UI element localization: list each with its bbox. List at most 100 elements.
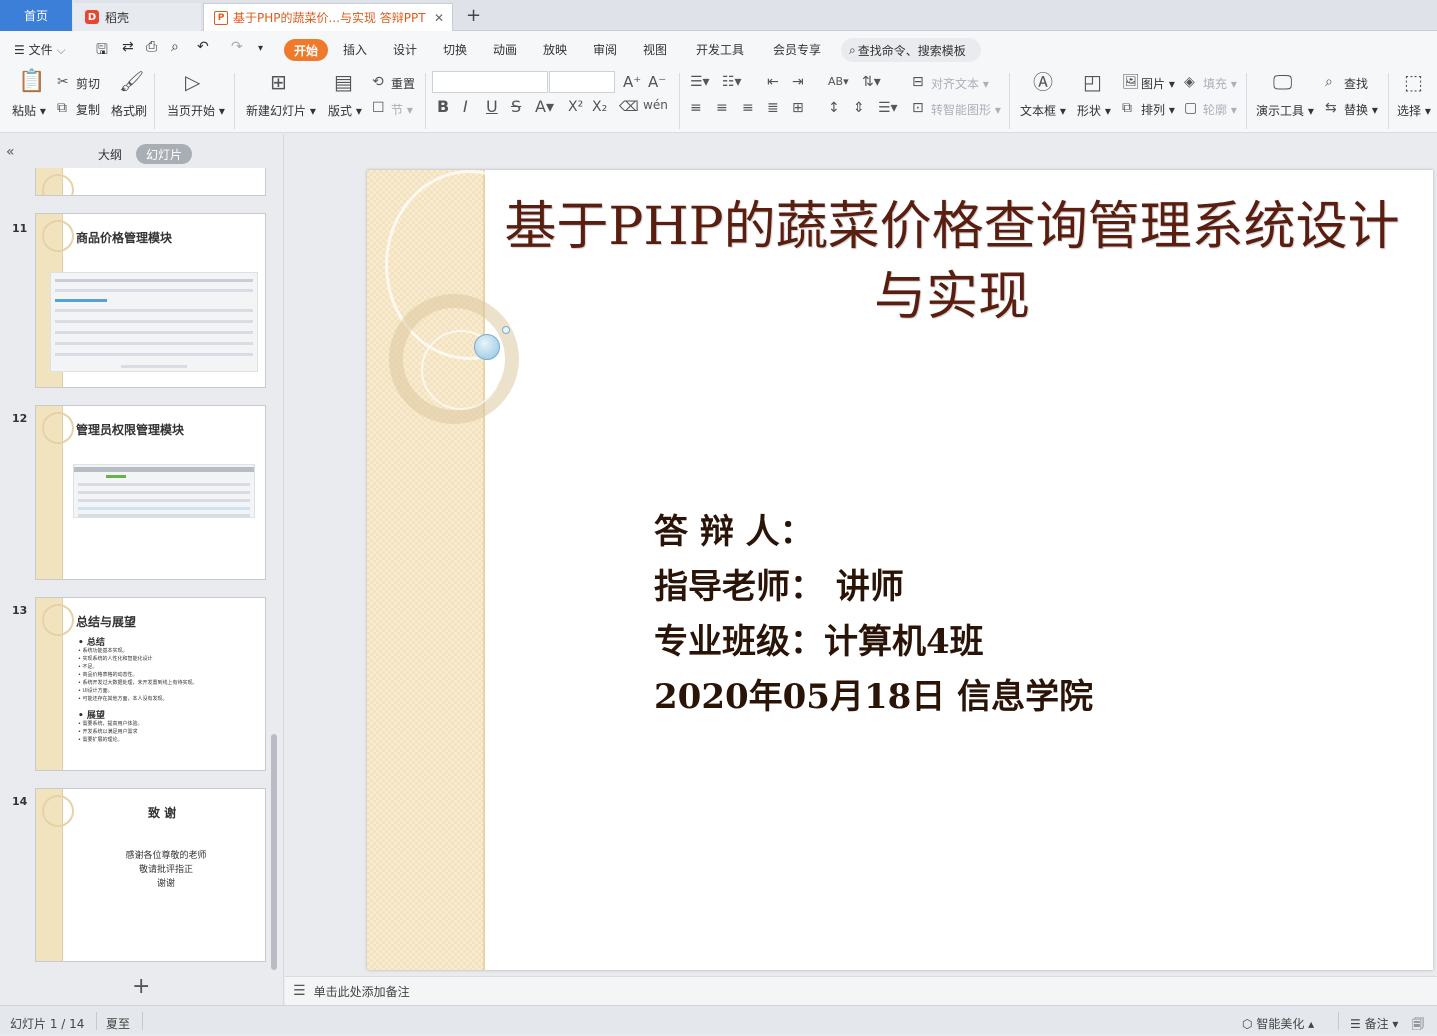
slides-tab[interactable]: 幻灯片	[136, 144, 193, 164]
section-icon[interactable]: ☐	[372, 101, 385, 115]
menu-developer[interactable]: 开发工具	[696, 41, 744, 58]
menu-design[interactable]: 设计	[393, 41, 417, 58]
align-center-icon[interactable]: ≡	[716, 101, 728, 115]
align-text-icon[interactable]: ⊟	[912, 75, 924, 89]
notes-toggle-button[interactable]: ☰ 备注 ▾	[1350, 1015, 1398, 1032]
tab-close-icon[interactable]: ✕	[434, 11, 444, 25]
cut-icon[interactable]: ✂	[57, 75, 69, 89]
replace-icon[interactable]: ⇆	[1325, 101, 1337, 115]
picture-button[interactable]: 图片 ▾	[1141, 75, 1175, 92]
superscript-icon[interactable]: X²	[568, 100, 583, 114]
reset-icon[interactable]: ⟲	[372, 75, 384, 89]
section-button[interactable]: 节 ▾	[391, 101, 413, 118]
outline-icon[interactable]: ▢	[1184, 101, 1197, 115]
shape-button[interactable]: 形状 ▾	[1077, 102, 1111, 119]
replace-button[interactable]: 替换 ▾	[1344, 101, 1378, 118]
copy-button[interactable]: 复制	[76, 101, 100, 118]
menu-view[interactable]: 视图	[643, 41, 667, 58]
italic-icon[interactable]: I	[463, 99, 468, 115]
presentation-tools-button[interactable]: 演示工具 ▾	[1256, 102, 1314, 119]
menu-start[interactable]: 开始	[284, 39, 328, 61]
format-painter-icon[interactable]: 🖌	[119, 71, 144, 91]
menu-insert[interactable]: 插入	[343, 41, 367, 58]
slide-thumbnail-12[interactable]: 管理员权限管理模块	[35, 405, 266, 580]
add-slide-icon[interactable]: +	[132, 974, 150, 999]
arrange-button[interactable]: 排列 ▾	[1141, 101, 1175, 118]
justify-icon[interactable]: ≣	[767, 101, 779, 115]
date-line[interactable]: 2020年05月18日 信息学院	[654, 669, 1093, 718]
distribute-icon[interactable]: ⊞	[792, 101, 804, 115]
advisor-line[interactable]: 指导老师： 讲师	[654, 559, 904, 608]
print-icon[interactable]: ⎙	[146, 39, 157, 55]
command-search[interactable]: ⌕ 查找命令、搜索模板	[841, 38, 981, 62]
increase-font-icon[interactable]: A⁺	[623, 75, 641, 90]
smart-art-icon[interactable]: ⊡	[912, 101, 924, 115]
comment-icon[interactable]: 🗐	[1412, 1015, 1424, 1036]
slide-thumbnail-11[interactable]: 商品价格管理模块	[35, 213, 266, 388]
textbox-button[interactable]: 文本框 ▾	[1020, 102, 1066, 119]
save-icon[interactable]: 🖫	[96, 39, 108, 63]
notes-bar[interactable]: ☰ 单击此处添加备注	[285, 976, 1437, 1005]
class-line[interactable]: 专业班级：计算机4班	[654, 614, 984, 663]
select-button[interactable]: 选择 ▾	[1397, 102, 1431, 119]
slide-thumbnail-14[interactable]: 致 谢 感谢各位尊敬的老师 敬请批评指正 谢谢	[35, 788, 266, 962]
pinyin-icon[interactable]: wén	[643, 98, 668, 112]
fill-icon[interactable]: ◈	[1184, 75, 1195, 89]
columns-icon[interactable]: ☰▾	[878, 101, 898, 115]
line-spacing-icon[interactable]: ↕	[828, 101, 840, 115]
font-family-select[interactable]	[432, 71, 548, 93]
decrease-indent-icon[interactable]: ⇤	[767, 75, 779, 89]
tab-document[interactable]: P 基于PHP的蔬菜价...与实现 答辩PPT ✕	[203, 3, 453, 31]
smart-art-button[interactable]: 转智能图形 ▾	[931, 101, 1001, 118]
layout-icon[interactable]: ▤	[334, 72, 353, 92]
outline-tab[interactable]: 大纲	[88, 144, 132, 164]
menu-slideshow[interactable]: 放映	[543, 41, 567, 58]
smart-beautify-button[interactable]: ⬡ 智能美化 ▴	[1242, 1015, 1314, 1032]
paragraph-spacing-icon[interactable]: ⇕	[853, 101, 865, 115]
reset-button[interactable]: 重置	[391, 75, 415, 92]
tab-home[interactable]: 首页	[0, 0, 72, 31]
align-text-button[interactable]: 对齐文本 ▾	[931, 75, 989, 92]
menu-review[interactable]: 审阅	[593, 41, 617, 58]
numbered-list-icon[interactable]: ☷▾	[722, 75, 742, 89]
slide-panel-scrollbar[interactable]	[271, 734, 277, 970]
slide-thumbnail-10[interactable]	[35, 168, 266, 196]
strikethrough-icon[interactable]: S	[511, 99, 521, 115]
new-tab-icon[interactable]: +	[466, 5, 481, 26]
print-preview-icon[interactable]: ⌕	[171, 39, 179, 55]
tab-daoke[interactable]: D 稻壳	[73, 3, 201, 31]
bold-icon[interactable]: B	[437, 99, 449, 115]
align-left-icon[interactable]: ≡	[690, 101, 702, 115]
file-menu[interactable]: ☰ 文件 ⌵	[14, 41, 66, 58]
subscript-icon[interactable]: X₂	[592, 100, 607, 114]
undo-icon[interactable]: ↶	[197, 39, 209, 55]
from-current-button[interactable]: 当页开始 ▾	[167, 102, 225, 119]
font-size-select[interactable]	[549, 71, 615, 93]
text-direction-icon[interactable]: AB▾	[828, 75, 849, 89]
paste-button[interactable]: 粘贴 ▾	[12, 102, 46, 119]
bullet-list-icon[interactable]: ☰▾	[690, 75, 710, 89]
fill-button[interactable]: 填充 ▾	[1203, 75, 1237, 92]
paste-icon[interactable]: 📋	[18, 71, 45, 93]
slide-thumbnail-13[interactable]: 总结与展望 • 总结 • 系统功能基本实现。 • 实现系统的人性化和智能化设计 …	[35, 597, 266, 771]
underline-icon[interactable]: U	[486, 99, 498, 115]
redo-icon[interactable]: ↷	[231, 39, 243, 55]
menu-animation[interactable]: 动画	[493, 41, 517, 58]
find-button[interactable]: 查找	[1344, 75, 1368, 92]
menu-member[interactable]: 会员专享	[773, 41, 821, 58]
defender-line[interactable]: 答 辩 人：	[654, 504, 814, 553]
play-icon[interactable]: ▷	[185, 72, 200, 92]
new-slide-button[interactable]: 新建幻灯片 ▾	[246, 102, 316, 119]
layout-button[interactable]: 版式 ▾	[328, 102, 362, 119]
decrease-font-icon[interactable]: A⁻	[648, 75, 666, 90]
textbox-icon[interactable]: Ⓐ	[1033, 72, 1053, 92]
new-slide-icon[interactable]: ⊞	[270, 72, 287, 92]
share-icon[interactable]: ⇄	[122, 39, 134, 55]
current-slide[interactable]: 基于PHP的蔬菜价格查询管理系统设计 与实现 答 辩 人： 指导老师： 讲师 专…	[367, 170, 1433, 970]
shape-icon[interactable]: ◰	[1083, 72, 1102, 92]
align-right-icon[interactable]: ≡	[742, 101, 754, 115]
copy-icon[interactable]: ⧉	[57, 101, 67, 115]
font-color-icon[interactable]: A▾	[535, 99, 554, 115]
arrange-icon[interactable]: ⧉	[1122, 101, 1132, 115]
increase-indent-icon[interactable]: ⇥	[792, 75, 804, 89]
